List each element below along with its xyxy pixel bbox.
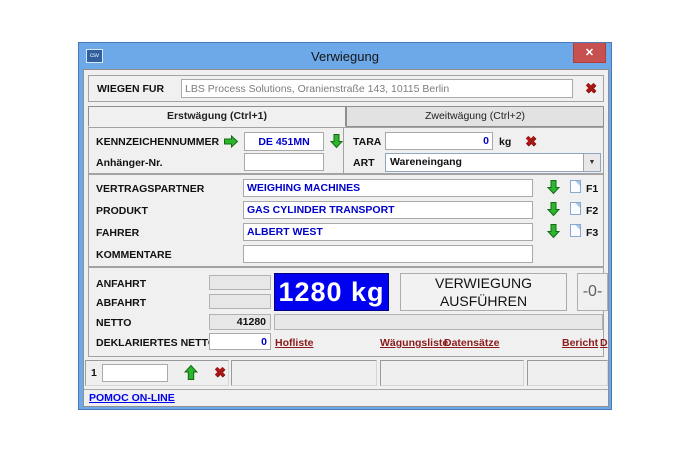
- scale-weight-display: 1280 kg: [274, 273, 389, 311]
- produkt-fkey-label: F2: [586, 205, 598, 217]
- wiegen-fur-group: WIEGEN FUR ✖: [88, 75, 604, 102]
- art-label: ART: [353, 157, 375, 169]
- tab-zweitwaegung[interactable]: Zweitwägung (Ctrl+2): [346, 106, 604, 127]
- tara-input[interactable]: [385, 132, 493, 150]
- close-button[interactable]: ✕: [573, 43, 606, 63]
- vertragspartner-fkey-label: F1: [586, 183, 598, 195]
- fahrer-arrow-down-icon[interactable]: [546, 223, 561, 239]
- execute-button-line1: VERWIEGUNG: [435, 274, 532, 292]
- registration-group: KENNZEICHENNUMMER TARA kg ✖ Anhänger-Nr.…: [88, 127, 604, 174]
- kennzeichen-input[interactable]: [244, 132, 324, 151]
- fahrer-input[interactable]: [243, 223, 533, 241]
- produkt-arrow-down-icon[interactable]: [546, 201, 561, 217]
- vertragspartner-arrow-down-icon[interactable]: [546, 179, 561, 195]
- status-bar: POMOC ON-LINE: [84, 389, 608, 406]
- kommentare-label: KOMMENTARE: [96, 249, 172, 261]
- tab-erstwaegung[interactable]: Erstwägung (Ctrl+1): [88, 106, 346, 127]
- app-icon: csv: [86, 49, 103, 63]
- grid-cell-4: [527, 360, 608, 386]
- verwiegung-ausfuehren-button[interactable]: VERWIEGUNG AUSFÜHREN: [400, 273, 567, 311]
- produkt-input[interactable]: [243, 201, 533, 219]
- bericht-link[interactable]: Bericht: [562, 337, 598, 349]
- wiegen-fur-clear-icon[interactable]: ✖: [585, 81, 597, 95]
- fahrer-fkey-label: F3: [586, 227, 598, 239]
- tara-clear-icon[interactable]: ✖: [525, 134, 537, 148]
- deklariertes-netto-input[interactable]: [209, 333, 271, 350]
- anhaenger-input[interactable]: [244, 153, 324, 171]
- arrow-right-icon: [223, 134, 239, 149]
- kennzeichen-lookup-arrow-down-icon[interactable]: [329, 133, 344, 149]
- waegungsliste-link[interactable]: Wägungsliste: [380, 337, 448, 349]
- anfahrt-label: ANFAHRT: [96, 278, 146, 290]
- netto-label: NETTO: [96, 317, 131, 329]
- fahrer-label: FAHRER: [96, 227, 139, 239]
- vertragspartner-label: VERTRAGSPARTNER: [96, 183, 204, 195]
- kommentare-input[interactable]: [243, 245, 533, 263]
- grid-cell-3: [380, 360, 524, 386]
- window-title: Verwiegung: [311, 49, 379, 64]
- wiegen-fur-input[interactable]: [181, 79, 573, 98]
- abfahrt-label: ABFAHRT: [96, 297, 146, 309]
- art-dropdown-arrow-icon[interactable]: ▼: [583, 154, 600, 171]
- abfahrt-readonly-field: [209, 294, 271, 309]
- kennzeichen-label: KENNZEICHENNUMMER: [96, 136, 219, 148]
- pomoc-online-link[interactable]: POMOC ON-LINE: [89, 392, 175, 404]
- execute-button-line2: AUSFÜHREN: [440, 292, 527, 310]
- verwiegung-window: csv Verwiegung ✕ WIEGEN FUR ✖ Erstwägung…: [78, 42, 612, 410]
- deklariertes-netto-label: DEKLARIERTES NETTO: [96, 337, 216, 349]
- vertragspartner-page-icon[interactable]: [570, 180, 581, 193]
- weighing-group: ANFAHRT ABFAHRT NETTO 41280 DEKLARIERTES…: [88, 267, 604, 357]
- produkt-page-icon[interactable]: [570, 202, 581, 215]
- tara-unit-label: kg: [499, 136, 511, 148]
- tara-label: TARA: [353, 136, 381, 148]
- row-arrow-up-icon[interactable]: [183, 364, 199, 381]
- truncated-link[interactable]: D: [600, 337, 608, 349]
- wiegen-fur-label: WIEGEN FUR: [97, 83, 164, 95]
- datensaetze-link[interactable]: Datensätze: [444, 337, 499, 349]
- produkt-label: PRODUKT: [96, 205, 148, 217]
- grid-cell-2: [231, 360, 377, 386]
- grid-cell-controls: 1 ✖: [85, 360, 229, 386]
- row-index-label: 1: [91, 367, 97, 379]
- fahrer-page-icon[interactable]: [570, 224, 581, 237]
- title-bar[interactable]: csv Verwiegung ✕: [79, 43, 611, 69]
- details-group: VERTRAGSPARTNER F1 PRODUKT F2 FAHRER F3: [88, 174, 604, 267]
- hofliste-link[interactable]: Hofliste: [275, 337, 314, 349]
- netto-value-field: 41280: [209, 314, 271, 330]
- window-content: WIEGEN FUR ✖ Erstwägung (Ctrl+1) Zweitwä…: [83, 69, 609, 407]
- vertragspartner-input[interactable]: [243, 179, 533, 197]
- art-selected-value: Wareneingang: [386, 154, 583, 171]
- row-delete-icon[interactable]: ✖: [214, 365, 226, 379]
- zero-scale-button[interactable]: -0-: [577, 273, 608, 311]
- anhaenger-label: Anhänger-Nr.: [96, 157, 163, 169]
- anfahrt-readonly-field: [209, 275, 271, 290]
- message-readonly-bar: [274, 314, 603, 330]
- art-select[interactable]: Wareneingang ▼: [385, 153, 601, 172]
- row-input[interactable]: [102, 364, 168, 382]
